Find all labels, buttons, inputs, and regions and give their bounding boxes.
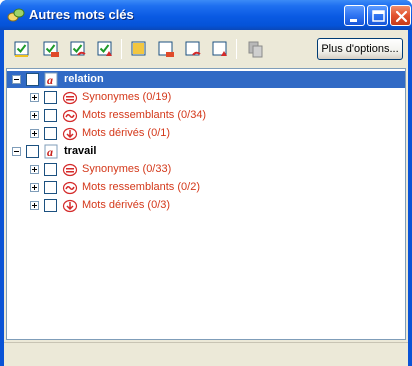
derived-words-icon xyxy=(62,127,78,141)
tree-child-similar-words[interactable]: Mots ressemblants (0/2) xyxy=(7,179,405,196)
node-checkbox[interactable] xyxy=(44,181,57,194)
node-label: relation xyxy=(64,73,104,85)
check-derived-icon[interactable] xyxy=(96,40,114,58)
close-icon xyxy=(395,10,408,23)
check-similar-icon[interactable] xyxy=(69,40,87,58)
close-button[interactable] xyxy=(390,5,411,26)
tree-child-derived-words[interactable]: Mots dérivés (0/3) xyxy=(7,197,405,214)
keyword-icon: a xyxy=(44,144,58,159)
copy-icon[interactable] xyxy=(247,40,265,58)
synonyms-icon xyxy=(62,163,78,177)
collapse-toggle[interactable] xyxy=(12,147,21,156)
title-bar[interactable]: Autres mots clés xyxy=(0,0,412,30)
expand-toggle[interactable] xyxy=(30,129,39,138)
node-label: Synonymes (0/19) xyxy=(82,91,172,103)
minimize-icon xyxy=(350,19,357,22)
node-checkbox[interactable] xyxy=(44,127,57,140)
similar-words-icon xyxy=(62,109,78,123)
expand-toggle[interactable] xyxy=(30,111,39,120)
node-label: Mots dérivés (0/1) xyxy=(82,127,171,139)
toolbar: Plus d'options... xyxy=(4,30,408,68)
node-label: travail xyxy=(64,145,97,157)
node-checkbox[interactable] xyxy=(44,91,57,104)
select-derived-icon[interactable] xyxy=(211,40,229,58)
node-checkbox[interactable] xyxy=(26,73,39,86)
node-label: Synonymes (0/33) xyxy=(82,163,172,175)
node-label: Mots ressemblants (0/2) xyxy=(82,181,200,193)
svg-text:a: a xyxy=(47,73,53,87)
tree-node-relation[interactable]: a relation xyxy=(7,71,405,88)
svg-text:a: a xyxy=(47,145,53,159)
select-synonyms-icon[interactable] xyxy=(157,40,175,58)
node-checkbox[interactable] xyxy=(44,199,57,212)
select-similar-icon[interactable] xyxy=(184,40,202,58)
more-options-button[interactable]: Plus d'options... xyxy=(317,38,403,60)
maximize-button[interactable] xyxy=(367,5,388,26)
tree-child-similar-words[interactable]: Mots ressemblants (0/34) xyxy=(7,107,405,124)
tree-child-synonyms[interactable]: Synonymes (0/33) xyxy=(7,161,405,178)
collapse-toggle[interactable] xyxy=(12,75,21,84)
node-checkbox[interactable] xyxy=(44,109,57,122)
app-icon xyxy=(7,8,25,22)
synonyms-icon xyxy=(62,91,78,105)
expand-toggle[interactable] xyxy=(30,201,39,210)
minimize-button[interactable] xyxy=(344,5,365,26)
toolbar-separator xyxy=(236,39,237,59)
expand-toggle[interactable] xyxy=(30,165,39,174)
window-title: Autres mots clés xyxy=(29,7,134,22)
keyword-icon: a xyxy=(44,72,58,87)
check-all-icon[interactable] xyxy=(13,40,31,58)
similar-words-icon xyxy=(62,181,78,195)
expand-toggle[interactable] xyxy=(30,183,39,192)
check-synonyms-icon[interactable] xyxy=(42,40,60,58)
derived-words-icon xyxy=(62,199,78,213)
node-checkbox[interactable] xyxy=(26,145,39,158)
tree-node-travail[interactable]: a travail xyxy=(7,143,405,160)
window: Autres mots clés Plus d'options... a rel… xyxy=(0,0,412,366)
status-bar xyxy=(4,342,408,366)
node-label: Mots dérivés (0/3) xyxy=(82,199,171,211)
tree-child-derived-words[interactable]: Mots dérivés (0/1) xyxy=(7,125,405,142)
client-area: Plus d'options... a relation Synonymes (… xyxy=(4,30,408,366)
expand-toggle[interactable] xyxy=(30,93,39,102)
toolbar-separator xyxy=(121,39,122,59)
keyword-tree[interactable]: a relation Synonymes (0/19) Mots ressemb… xyxy=(6,68,406,340)
node-label: Mots ressemblants (0/34) xyxy=(82,109,207,121)
tree-child-synonyms[interactable]: Synonymes (0/19) xyxy=(7,89,405,106)
select-all-icon[interactable] xyxy=(130,40,148,58)
node-checkbox[interactable] xyxy=(44,163,57,176)
maximize-icon xyxy=(372,10,385,22)
